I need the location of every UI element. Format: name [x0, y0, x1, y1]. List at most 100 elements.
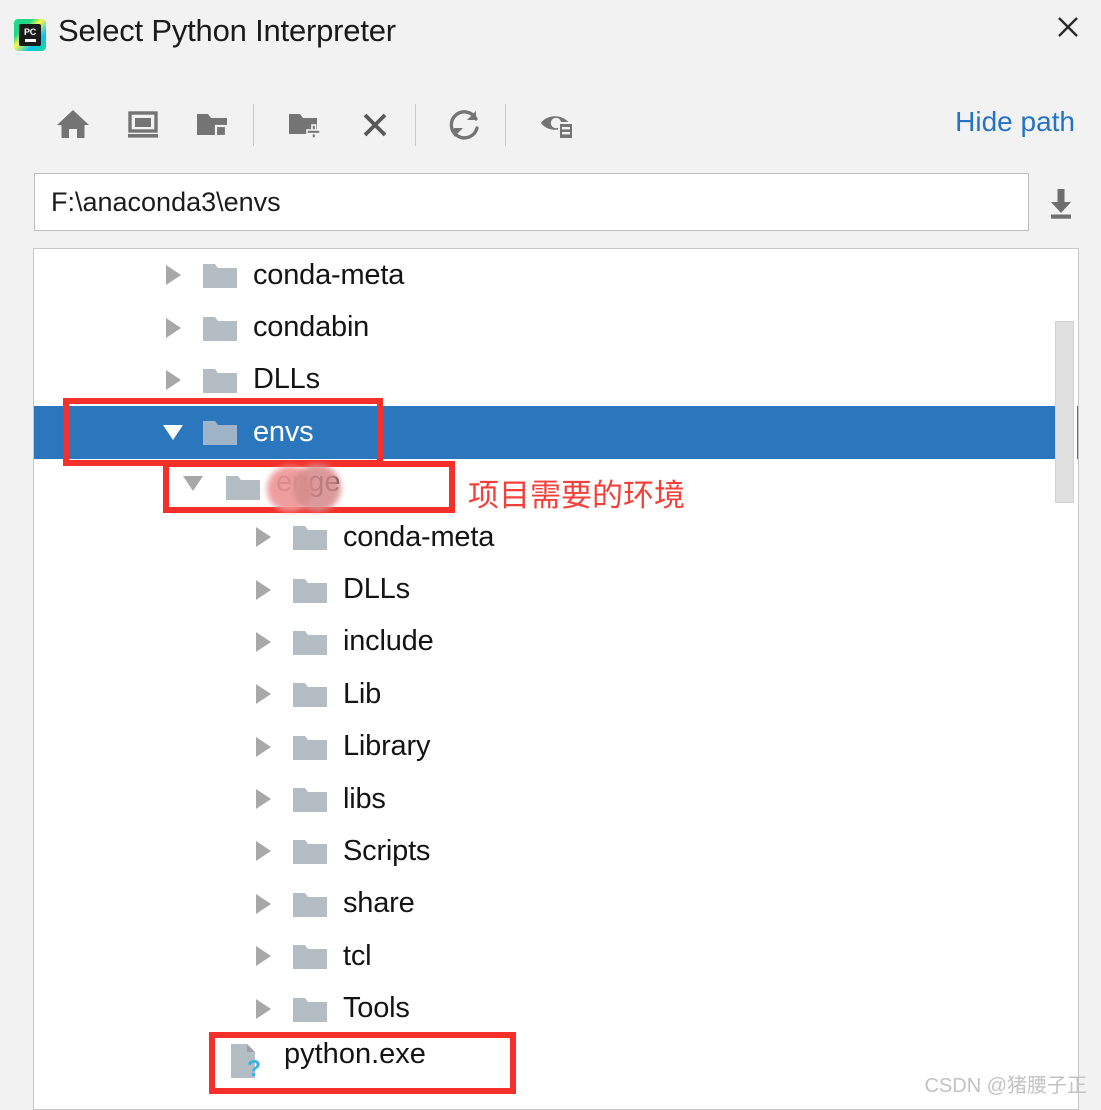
- chevron-right-icon[interactable]: [250, 577, 276, 603]
- folder-icon: [292, 575, 328, 605]
- tree-scrollbar[interactable]: [1055, 249, 1077, 1109]
- show-hidden-files-button[interactable]: [526, 90, 588, 158]
- tree-row-label: DLLs: [253, 363, 320, 396]
- folder-icon: [292, 941, 328, 971]
- close-icon: [1058, 17, 1078, 37]
- select-python-interpreter-dialog: PC Select Python Interpreter Hide path F…: [0, 0, 1101, 1110]
- chevron-down-icon[interactable]: [205, 472, 231, 498]
- toolbar-separator-1: [253, 104, 254, 146]
- tree-row-condabin[interactable]: condabin: [34, 301, 1078, 353]
- watermark: CSDN @猪腰子正: [924, 1075, 1087, 1097]
- toolbar-separator-3: [505, 104, 506, 146]
- refresh-icon: [449, 110, 479, 140]
- tree-row-share[interactable]: share: [34, 878, 1078, 930]
- unknown-file-icon: ?: [292, 1043, 326, 1082]
- tree-row-label: libs: [343, 782, 386, 815]
- folder-icon: [247, 470, 283, 500]
- tree-row-conda-meta[interactable]: conda-meta: [34, 249, 1078, 301]
- path-history-button[interactable]: [1038, 181, 1084, 225]
- download-icon: [1051, 189, 1071, 219]
- delete-icon: [363, 113, 387, 137]
- tree-row-label: Lib: [343, 677, 382, 710]
- tree-row-label: Tools: [343, 992, 410, 1025]
- close-button[interactable]: [1047, 6, 1089, 48]
- tree-row-tools[interactable]: Tools: [34, 982, 1078, 1034]
- file-tree-panel[interactable]: conda-meta condabin DLLs envs enge conda-meta…: [33, 248, 1079, 1110]
- dialog-title: Select Python Interpreter: [58, 13, 396, 48]
- tree-row-label: tcl: [343, 939, 372, 972]
- tree-row-tcl[interactable]: tcl: [34, 930, 1078, 982]
- chevron-right-icon[interactable]: [160, 315, 186, 341]
- tree-row-label: enge: [298, 468, 362, 501]
- folder-icon: [202, 260, 238, 290]
- chevron-right-icon[interactable]: [250, 838, 276, 864]
- tree-row-envs[interactable]: envs: [34, 406, 1078, 459]
- desktop-button[interactable]: [112, 90, 174, 158]
- tree-row-dlls[interactable]: DLLs: [34, 563, 1078, 615]
- show-hidden-files-icon: [541, 116, 574, 140]
- project-folder-button[interactable]: [182, 90, 244, 158]
- pycharm-icon: PC: [14, 19, 46, 51]
- folder-icon: [292, 784, 328, 814]
- tree-row-label: DLLs: [343, 573, 410, 606]
- chevron-right-icon[interactable]: [250, 681, 276, 707]
- tree-row-label: condabin: [253, 311, 370, 344]
- delete-button[interactable]: [344, 90, 406, 158]
- path-input[interactable]: F:\anaconda3\envs: [34, 173, 1029, 231]
- tree-row-libs[interactable]: libs: [34, 773, 1078, 825]
- home-icon: [57, 110, 89, 138]
- toolbar: Hide path: [0, 90, 1101, 162]
- tree-row-library[interactable]: Library: [34, 721, 1078, 773]
- tree-row-label: Scripts: [343, 834, 431, 867]
- folder-icon: [292, 522, 328, 552]
- folder-icon: [202, 417, 238, 447]
- chevron-right-icon[interactable]: [160, 367, 186, 393]
- tree-row-label: python.exe: [343, 1044, 483, 1077]
- tree-row-conda-meta[interactable]: conda-meta: [34, 511, 1078, 563]
- chevron-right-icon[interactable]: [160, 262, 186, 288]
- folder-icon: [292, 627, 328, 657]
- path-input-value: F:\anaconda3\envs: [51, 186, 281, 217]
- tree-row-scripts[interactable]: Scripts: [34, 825, 1078, 877]
- tree-row-label: Library: [343, 730, 431, 763]
- desktop-icon: [128, 111, 158, 138]
- tree-row-label: conda-meta: [343, 520, 495, 553]
- home-button[interactable]: [42, 90, 104, 158]
- svg-text:?: ?: [311, 1056, 325, 1082]
- toolbar-separator-2: [415, 104, 416, 146]
- chevron-right-icon[interactable]: [250, 734, 276, 760]
- chevron-right-icon[interactable]: [250, 786, 276, 812]
- folder-icon: [292, 889, 328, 919]
- project-folder-icon: [197, 114, 228, 138]
- folder-icon: [202, 365, 238, 395]
- titlebar: PC Select Python Interpreter: [0, 0, 1101, 68]
- tree-row-python-exe[interactable]: ? python.exe: [34, 1035, 1078, 1087]
- folder-icon: [292, 732, 328, 762]
- folder-icon: [202, 313, 238, 343]
- chevron-right-icon[interactable]: [250, 629, 276, 655]
- tree-row-label: include: [343, 625, 434, 658]
- tree-row-label: conda-meta: [253, 258, 405, 291]
- pycharm-icon-label: PC: [24, 27, 36, 38]
- hide-path-link[interactable]: Hide path: [955, 106, 1075, 138]
- tree-row-include[interactable]: include: [34, 616, 1078, 668]
- tree-row-dlls[interactable]: DLLs: [34, 354, 1078, 406]
- folder-icon: [292, 679, 328, 709]
- new-folder-icon: [289, 114, 321, 139]
- tree-row-lib[interactable]: Lib: [34, 668, 1078, 720]
- chevron-down-icon[interactable]: [160, 419, 186, 445]
- chevron-right-icon[interactable]: [250, 996, 276, 1022]
- annotation-note: 项目需要的环境: [468, 478, 685, 513]
- chevron-right-icon[interactable]: [250, 943, 276, 969]
- file-tree: conda-meta condabin DLLs envs enge conda-meta…: [34, 249, 1078, 1087]
- tree-scrollbar-thumb[interactable]: [1055, 321, 1074, 503]
- new-folder-button[interactable]: [274, 90, 336, 158]
- folder-icon: [292, 994, 328, 1024]
- tree-row-label: share: [343, 887, 415, 920]
- pycharm-icon-bar: [24, 39, 36, 42]
- chevron-right-icon[interactable]: [250, 891, 276, 917]
- refresh-button[interactable]: [434, 90, 496, 158]
- tree-row-label: envs: [253, 415, 314, 448]
- folder-icon: [292, 836, 328, 866]
- chevron-right-icon[interactable]: [250, 524, 276, 550]
